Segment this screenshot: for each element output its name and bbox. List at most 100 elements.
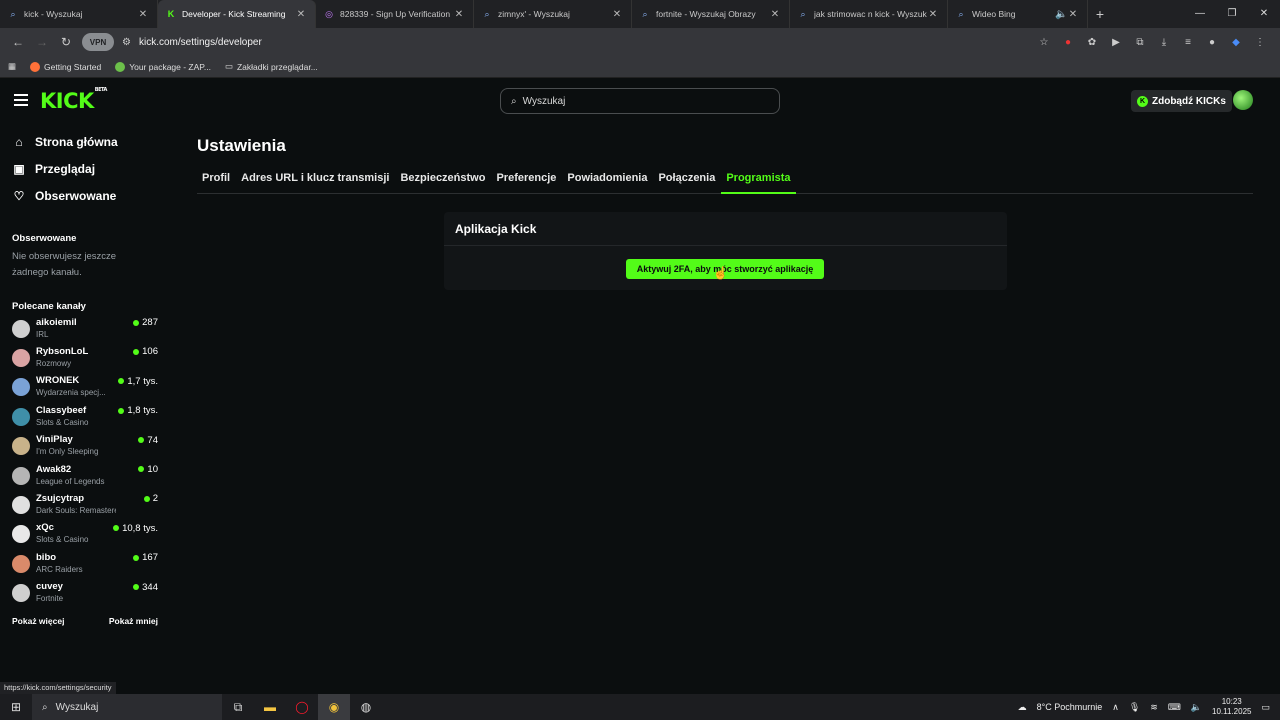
tab-notifications[interactable]: Powiadomienia: [562, 168, 652, 194]
close-icon[interactable]: ✕: [611, 9, 623, 20]
home-icon: ⌂: [15, 134, 23, 149]
search-input[interactable]: ⌕ Wyszukaj: [500, 88, 780, 114]
get-kicks-button[interactable]: K Zdobądź KICKs: [1131, 90, 1232, 112]
viewer-count-value: 344: [142, 581, 158, 593]
tab-title: 828339 - Sign Up Verification C: [340, 9, 453, 19]
channel-item[interactable]: Zsujcytrap Dark Souls: Remastered 2: [0, 490, 170, 519]
kick-logo[interactable]: KICKBETA: [40, 87, 107, 113]
close-icon[interactable]: ✕: [769, 9, 781, 20]
hamburger-menu-icon[interactable]: [14, 94, 28, 106]
url-field[interactable]: ⚙ kick.com/settings/developer: [122, 37, 1036, 48]
maximize-icon[interactable]: ❐: [1216, 0, 1248, 28]
show-less-button[interactable]: Pokaż mniej: [109, 616, 158, 626]
bookmark-label: Getting Started: [44, 61, 102, 72]
channel-item[interactable]: bibo ARC Raiders 167: [0, 549, 170, 578]
browser-tab[interactable]: ⌕ jak strimowac n kick - Wyszukaj ✕: [790, 0, 948, 28]
viewer-count-value: 2: [152, 493, 158, 505]
channel-item[interactable]: cuvey Fortnite 344: [0, 579, 170, 608]
status-url: https://kick.com/settings/security: [0, 682, 116, 694]
close-window-icon[interactable]: ✕: [1248, 0, 1280, 28]
notifications-icon[interactable]: ▭: [1261, 702, 1270, 713]
windows-start-icon[interactable]: ⊞: [0, 694, 32, 720]
browser-tab-active[interactable]: K Developer - Kick Streaming ✕: [158, 0, 316, 28]
channel-item[interactable]: ViniPlay I'm Only Sleeping 74: [0, 432, 170, 461]
network-icon[interactable]: ≋: [1150, 702, 1158, 713]
volume-icon[interactable]: 🔈: [1191, 702, 1202, 713]
weather-icon: ☁: [1017, 701, 1027, 712]
show-more-button[interactable]: Pokaż więcej: [12, 616, 64, 626]
channel-item[interactable]: RybsonLoL Rozmowy 106: [0, 343, 170, 372]
viewer-count: 1,8 tys.: [118, 405, 158, 416]
extension-icon[interactable]: ✿: [1084, 37, 1100, 48]
browser-tab[interactable]: ⌕ zimnyx' - Wyszukaj ✕: [474, 0, 632, 28]
playlist-icon[interactable]: ≡: [1180, 37, 1196, 48]
minimize-icon[interactable]: —: [1184, 0, 1216, 28]
close-icon[interactable]: ✕: [1067, 9, 1079, 20]
back-icon[interactable]: ←: [6, 35, 30, 49]
new-tab-button[interactable]: +: [1088, 6, 1112, 22]
bookmark-star-icon[interactable]: ☆: [1036, 37, 1052, 48]
tab-profile[interactable]: Profil: [197, 168, 235, 194]
app-icon: ◎: [325, 8, 333, 19]
tab-security[interactable]: Bezpieczeństwo: [395, 168, 490, 194]
channel-category: IRL: [36, 329, 49, 339]
profile-icon[interactable]: ●: [1204, 37, 1220, 48]
keyboard-icon[interactable]: ⌨: [1168, 702, 1181, 713]
card-title: Aplikacja Kick: [444, 212, 1007, 246]
tab-title: kick - Wyszukaj: [24, 9, 83, 19]
task-view-icon[interactable]: ⧉: [222, 694, 254, 720]
bookmark-item[interactable]: Your package - ZAP...: [115, 61, 211, 72]
browser-tab[interactable]: ⌕ kick - Wyszukaj ✕: [0, 0, 158, 28]
close-icon[interactable]: ✕: [927, 9, 939, 20]
opera-icon[interactable]: ◯: [286, 694, 318, 720]
viewer-count-value: 74: [147, 434, 158, 446]
puzzle-icon[interactable]: ⧉: [1132, 37, 1148, 48]
tab-developer[interactable]: Programista: [721, 168, 796, 194]
extension-icon[interactable]: ●: [1060, 37, 1076, 48]
app-icon[interactable]: ◍: [350, 694, 382, 720]
file-explorer-icon[interactable]: ▬: [254, 694, 286, 720]
browser-tab[interactable]: ⌕ fortnite - Wyszukaj Obrazy ✕: [632, 0, 790, 28]
close-icon[interactable]: ✕: [137, 9, 149, 20]
speaker-icon[interactable]: 🔈: [1055, 9, 1067, 20]
live-dot-icon: [138, 466, 145, 473]
weather-text[interactable]: 8°C Pochmurnie: [1037, 702, 1103, 712]
channel-item[interactable]: aikoiemil IRL 287: [0, 314, 170, 343]
vpn-badge[interactable]: VPN: [82, 33, 114, 51]
chevron-up-icon[interactable]: ∧: [1112, 702, 1119, 713]
sidebar-item-browse[interactable]: ▣ Przeglądaj: [0, 155, 170, 182]
shield-icon[interactable]: ◆: [1228, 37, 1244, 48]
browser-tab[interactable]: ◎ 828339 - Sign Up Verification C ✕: [316, 0, 474, 28]
tab-stream-key[interactable]: Adres URL i klucz transmisji: [236, 168, 394, 194]
apps-icon[interactable]: ▦: [8, 61, 16, 72]
forward-icon[interactable]: →: [30, 35, 54, 49]
site-info-icon[interactable]: ⚙: [122, 37, 131, 48]
channel-item[interactable]: xQc Slots & Casino 10,8 tys.: [0, 520, 170, 549]
clock-time: 10:23: [1221, 697, 1242, 706]
main-content: Ustawienia Profil Adres URL i klucz tran…: [197, 122, 1253, 682]
sidebar-item-following[interactable]: ♡ Obserwowane: [0, 182, 170, 209]
user-avatar[interactable]: [1233, 90, 1253, 110]
channel-item[interactable]: WRONEK Wydarzenia specj... 1,7 tys.: [0, 373, 170, 402]
channel-item[interactable]: Awak82 League of Legends 10: [0, 461, 170, 490]
microphone-icon[interactable]: 🎙: [1129, 702, 1140, 713]
bookmark-item[interactable]: Getting Started: [30, 61, 102, 72]
bookmark-item[interactable]: ▭ Zakładki przeglądar...: [225, 61, 318, 72]
clock[interactable]: 10:23 10.11.2025: [1212, 697, 1251, 717]
sidebar-item-home[interactable]: ⌂ Strona główna: [0, 128, 170, 155]
viewer-count: 10,8 tys.: [113, 523, 158, 534]
browser-tab-bar: ⌕ kick - Wyszukaj ✕ K Developer - Kick Stre…: [0, 0, 1280, 28]
tab-connections[interactable]: Połączenia: [653, 168, 720, 194]
close-icon[interactable]: ✕: [453, 9, 465, 20]
download-icon[interactable]: ⤓: [1156, 37, 1172, 48]
tab-preferences[interactable]: Preferencje: [491, 168, 561, 194]
extension-icon[interactable]: ▶: [1108, 37, 1124, 48]
reload-icon[interactable]: ↻: [54, 35, 78, 49]
channel-item[interactable]: Classybeef Slots & Casino 1,8 tys.: [0, 402, 170, 431]
close-icon[interactable]: ✕: [295, 9, 307, 20]
viewer-count: 2: [143, 493, 158, 505]
taskbar-search[interactable]: ⌕ Wyszukaj: [32, 694, 222, 720]
chrome-icon[interactable]: ◉: [318, 694, 350, 720]
browser-tab[interactable]: ⌕ Wideo Bing 🔈 ✕: [948, 0, 1088, 28]
menu-icon[interactable]: ⋮: [1252, 37, 1268, 48]
